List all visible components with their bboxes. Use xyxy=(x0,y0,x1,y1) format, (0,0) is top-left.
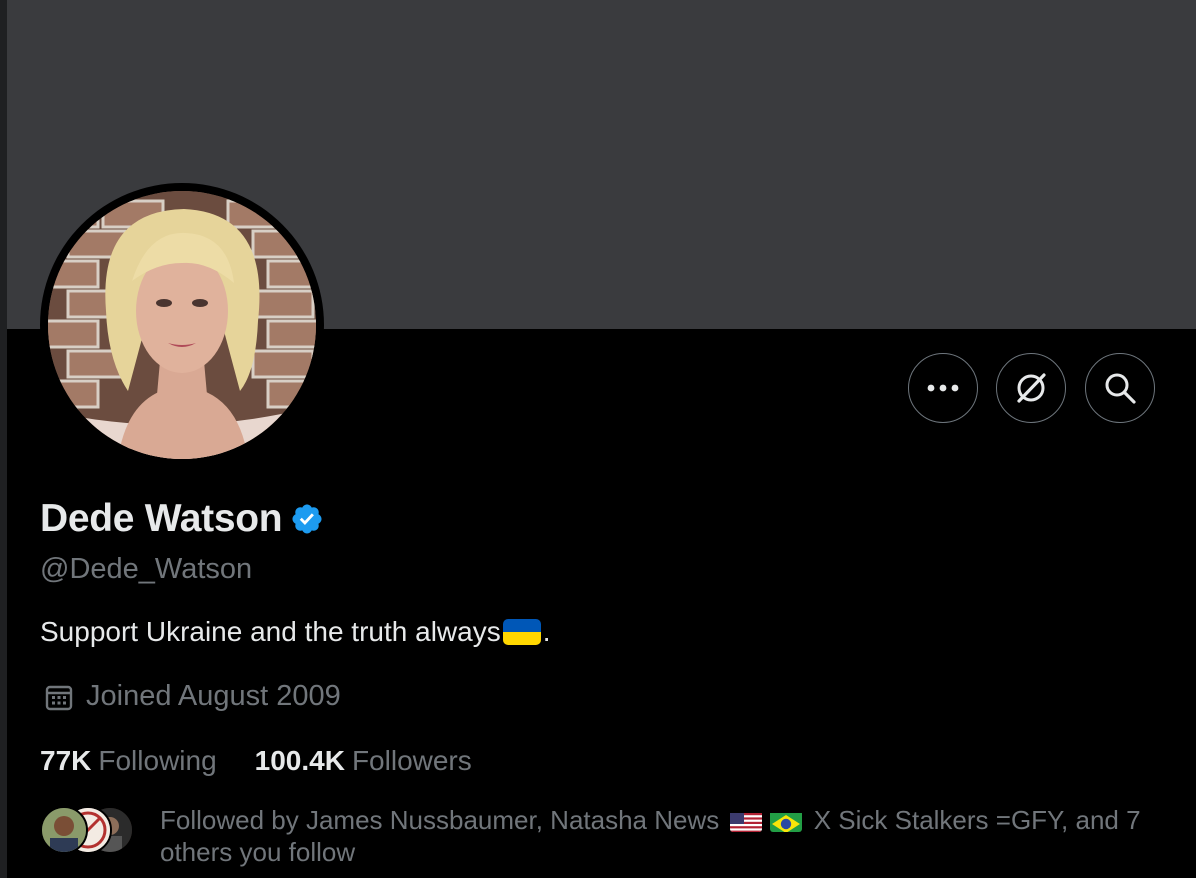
profile-avatar[interactable] xyxy=(48,191,316,459)
bio-text: Support Ukraine and the truth always xyxy=(40,616,501,647)
followers-you-know-avatars xyxy=(40,806,140,856)
search-button[interactable] xyxy=(1085,353,1155,423)
followers-label: Followers xyxy=(351,745,472,776)
followers-link[interactable]: 100.4K Followers xyxy=(255,745,472,777)
us-flag-icon xyxy=(730,810,763,832)
joined-text: Joined August 2009 xyxy=(86,680,341,712)
profile-name-row: Dede Watson xyxy=(40,497,324,541)
search-icon xyxy=(1105,373,1136,404)
following-count: 77K xyxy=(40,745,92,776)
grok-icon xyxy=(1017,373,1046,403)
more-button[interactable] xyxy=(908,353,978,423)
followed-by[interactable]: Followed by James Nussbaumer, Natasha Ne… xyxy=(40,804,1150,867)
profile-avatar-frame[interactable] xyxy=(40,183,324,467)
profile-bio: Support Ukraine and the truth always . xyxy=(40,616,550,648)
bio-end: . xyxy=(542,616,551,647)
brazil-flag-icon xyxy=(770,810,803,832)
follow-stats: 77K Following 100.4K Followers xyxy=(40,745,510,777)
followed-by-prefix: Followed by James Nussbaumer, Natasha Ne… xyxy=(160,805,720,835)
avatar xyxy=(40,806,88,854)
followed-by-text: Followed by James Nussbaumer, Natasha Ne… xyxy=(160,804,1150,868)
verified-badge-icon[interactable] xyxy=(290,502,324,536)
profile-handle: @Dede_Watson xyxy=(40,553,253,585)
joined-date: Joined August 2009 xyxy=(44,680,341,713)
following-label: Following xyxy=(98,745,217,776)
display-name: Dede Watson xyxy=(40,497,283,540)
following-link[interactable]: 77K Following xyxy=(40,745,217,777)
calendar-icon xyxy=(45,685,73,710)
window-edge xyxy=(0,0,7,878)
grok-button[interactable] xyxy=(996,353,1066,423)
more-icon xyxy=(927,384,959,392)
followers-count: 100.4K xyxy=(254,745,345,776)
ukraine-flag-icon xyxy=(502,619,541,645)
